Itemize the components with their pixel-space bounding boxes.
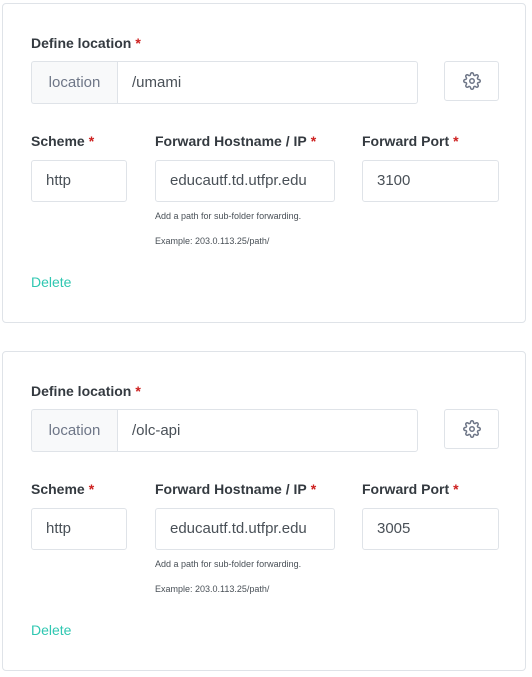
path-hint: Add a path for sub-folder forwarding. — [155, 211, 302, 221]
gear-icon — [462, 72, 481, 90]
forward-host-input[interactable]: educautf.td.utfpr.edu — [155, 508, 335, 550]
forward-port-label: Forward Port * — [362, 481, 459, 497]
scheme-label: Scheme * — [31, 481, 95, 497]
advanced-settings-button[interactable] — [444, 61, 499, 101]
required-mark: * — [310, 133, 317, 149]
location-card: Define location * location /olc-api Schem… — [2, 351, 526, 671]
scheme-input[interactable]: http — [31, 160, 127, 202]
path-example: Example: 203.0.113.25/path/ — [155, 584, 270, 594]
define-location-label: Define location * — [31, 383, 141, 399]
advanced-settings-button[interactable] — [444, 409, 499, 449]
forward-host-label: Forward Hostname / IP * — [155, 133, 317, 149]
location-path-input[interactable]: /umami — [117, 61, 418, 104]
forward-port-input[interactable]: 3100 — [362, 160, 499, 202]
location-prefix: location — [31, 409, 117, 452]
location-card: Define location * location /umami Scheme *… — [2, 3, 526, 323]
path-example: Example: 203.0.113.25/path/ — [155, 236, 270, 246]
forward-host-input[interactable]: educautf.td.utfpr.edu — [155, 160, 335, 202]
required-mark: * — [135, 35, 141, 51]
delete-link[interactable]: Delete — [31, 622, 71, 638]
forward-port-label: Forward Port * — [362, 133, 459, 149]
required-mark: * — [453, 481, 459, 497]
forward-host-label: Forward Hostname / IP * — [155, 481, 317, 497]
location-path-input[interactable]: /olc-api — [117, 409, 418, 452]
required-mark: * — [88, 481, 95, 497]
delete-link[interactable]: Delete — [31, 274, 71, 290]
path-hint: Add a path for sub-folder forwarding. — [155, 559, 302, 569]
scheme-input[interactable]: http — [31, 508, 127, 550]
define-location-label: Define location * — [31, 35, 141, 51]
forward-port-input[interactable]: 3005 — [362, 508, 499, 550]
location-prefix: location — [31, 61, 117, 104]
required-mark: * — [88, 133, 95, 149]
gear-icon — [462, 420, 481, 438]
scheme-label: Scheme * — [31, 133, 95, 149]
required-mark: * — [453, 133, 459, 149]
required-mark: * — [135, 383, 141, 399]
required-mark: * — [310, 481, 317, 497]
